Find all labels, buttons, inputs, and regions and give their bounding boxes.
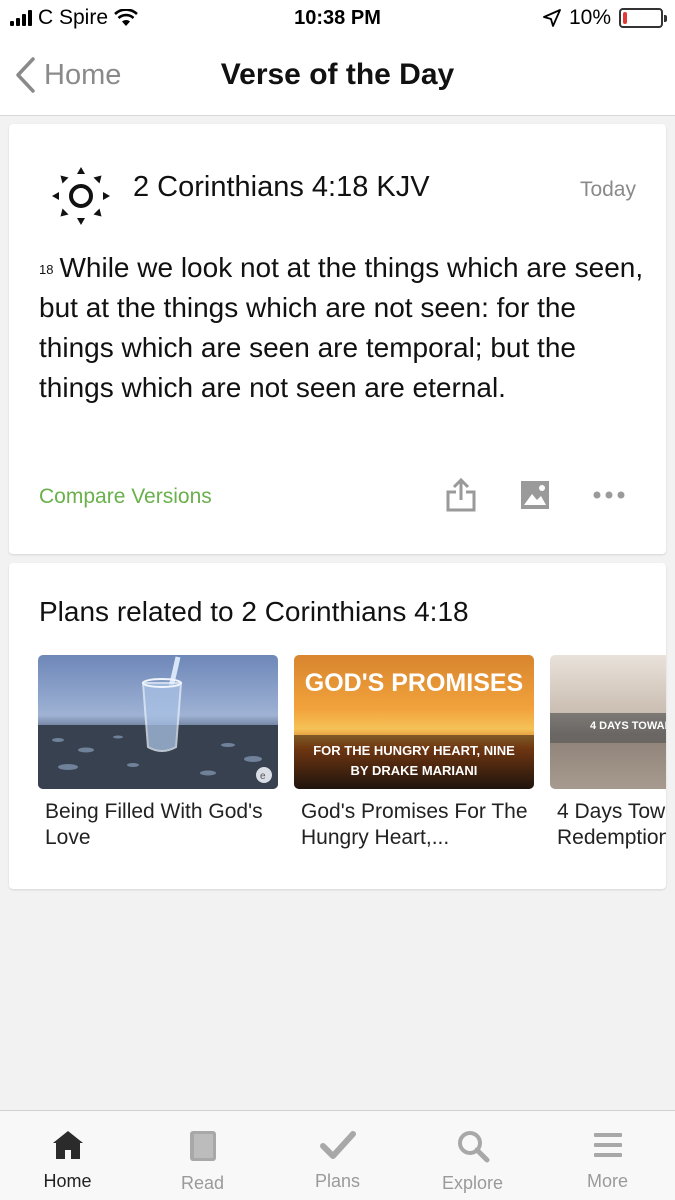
water-glass-image: e: [38, 656, 278, 789]
share-button[interactable]: [444, 478, 478, 512]
tab-label: More: [586, 1171, 628, 1191]
image-icon: [521, 481, 549, 509]
tab-more[interactable]: More: [540, 1111, 675, 1200]
share-icon: [446, 478, 476, 512]
tab-plans[interactable]: Plans: [270, 1111, 405, 1200]
tab-read[interactable]: Read: [135, 1111, 270, 1200]
svg-text:e: e: [260, 771, 266, 782]
plan-thumbnail-title: GOD'S PROMISES: [304, 669, 524, 697]
more-icon: [593, 491, 625, 499]
plan-thumbnail-subtitle-line: BY DRAKE MARIANI: [350, 763, 478, 778]
plan-thumbnail: 4 DAYS TOWARD XX: [550, 655, 666, 789]
verse-reference: 2 Corinthians 4:18 KJV: [133, 171, 430, 203]
battery-level: [623, 12, 627, 24]
plan-title: Being Filled With God's Love: [45, 800, 263, 849]
plan-thumbnail-subtitle: FOR THE HUNGRY HEART, NINE BY DRAKE MARI…: [294, 741, 534, 781]
status-right: 10%: [543, 6, 667, 30]
verse-text: While we look not at the things which ar…: [39, 252, 644, 403]
menu-icon: [593, 1133, 622, 1157]
plan-thumbnail-subtitle-line: FOR THE HUNGRY HEART, NINE: [313, 743, 515, 758]
plan-item[interactable]: e Being Filled With God's Love: [38, 655, 278, 851]
verse-actions: [444, 478, 626, 512]
plan-thumbnail-title: 4 DAYS TOWARD: [590, 720, 666, 732]
image-button[interactable]: [518, 478, 552, 512]
compare-versions-link[interactable]: Compare Versions: [39, 485, 212, 509]
verse-header: [49, 164, 113, 228]
plans-card: Plans related to 2 Corinthians 4:18 e Be…: [9, 563, 666, 889]
tab-bar: Home Read Plans Explore More: [0, 1110, 675, 1200]
plan-item[interactable]: 4 DAYS TOWARD XX 4 Days Toward Redemptio…: [550, 655, 666, 851]
verse-date: Today: [579, 178, 636, 201]
verse-card: 2 Corinthians 4:18 KJV Today 18 While we …: [9, 124, 666, 554]
verse-number: 18: [39, 262, 54, 277]
tab-home[interactable]: Home: [0, 1111, 135, 1200]
tab-label: Plans: [314, 1171, 361, 1191]
home-icon: [52, 1131, 83, 1159]
tab-label: Read: [180, 1173, 225, 1193]
checkmark-icon: [319, 1131, 356, 1159]
plan-thumbnail: GOD'S PROMISES FOR THE HUNGRY HEART, NIN…: [294, 655, 534, 789]
page-title: Verse of the Day: [220, 58, 455, 91]
tab-explore[interactable]: Explore: [405, 1111, 540, 1200]
book-icon: [189, 1131, 216, 1161]
tab-label: Explore: [441, 1173, 504, 1193]
tab-label: Home: [43, 1171, 92, 1191]
plan-item[interactable]: GOD'S PROMISES FOR THE HUNGRY HEART, NIN…: [294, 655, 534, 851]
sun-icon: [52, 167, 110, 225]
battery-percent: 10%: [568, 6, 611, 29]
verse-text-block: 18 While we look not at the things which …: [39, 248, 649, 408]
more-button[interactable]: [592, 478, 626, 512]
plans-title: Plans related to 2 Corinthians 4:18: [39, 596, 469, 627]
plan-title: 4 Days Toward Redemption: [557, 800, 666, 849]
battery-icon: [619, 8, 667, 28]
nav-bar: Home Verse of the Day: [0, 38, 675, 116]
plans-row[interactable]: e Being Filled With God's Love GOD'S PRO…: [38, 655, 666, 851]
search-icon: [457, 1131, 489, 1163]
plan-title: God's Promises For The Hungry Heart,...: [301, 800, 528, 849]
status-bar: C Spire 10:38 PM 10%: [0, 0, 675, 38]
location-arrow-icon: [543, 9, 561, 27]
plan-thumbnail: e: [38, 655, 278, 789]
